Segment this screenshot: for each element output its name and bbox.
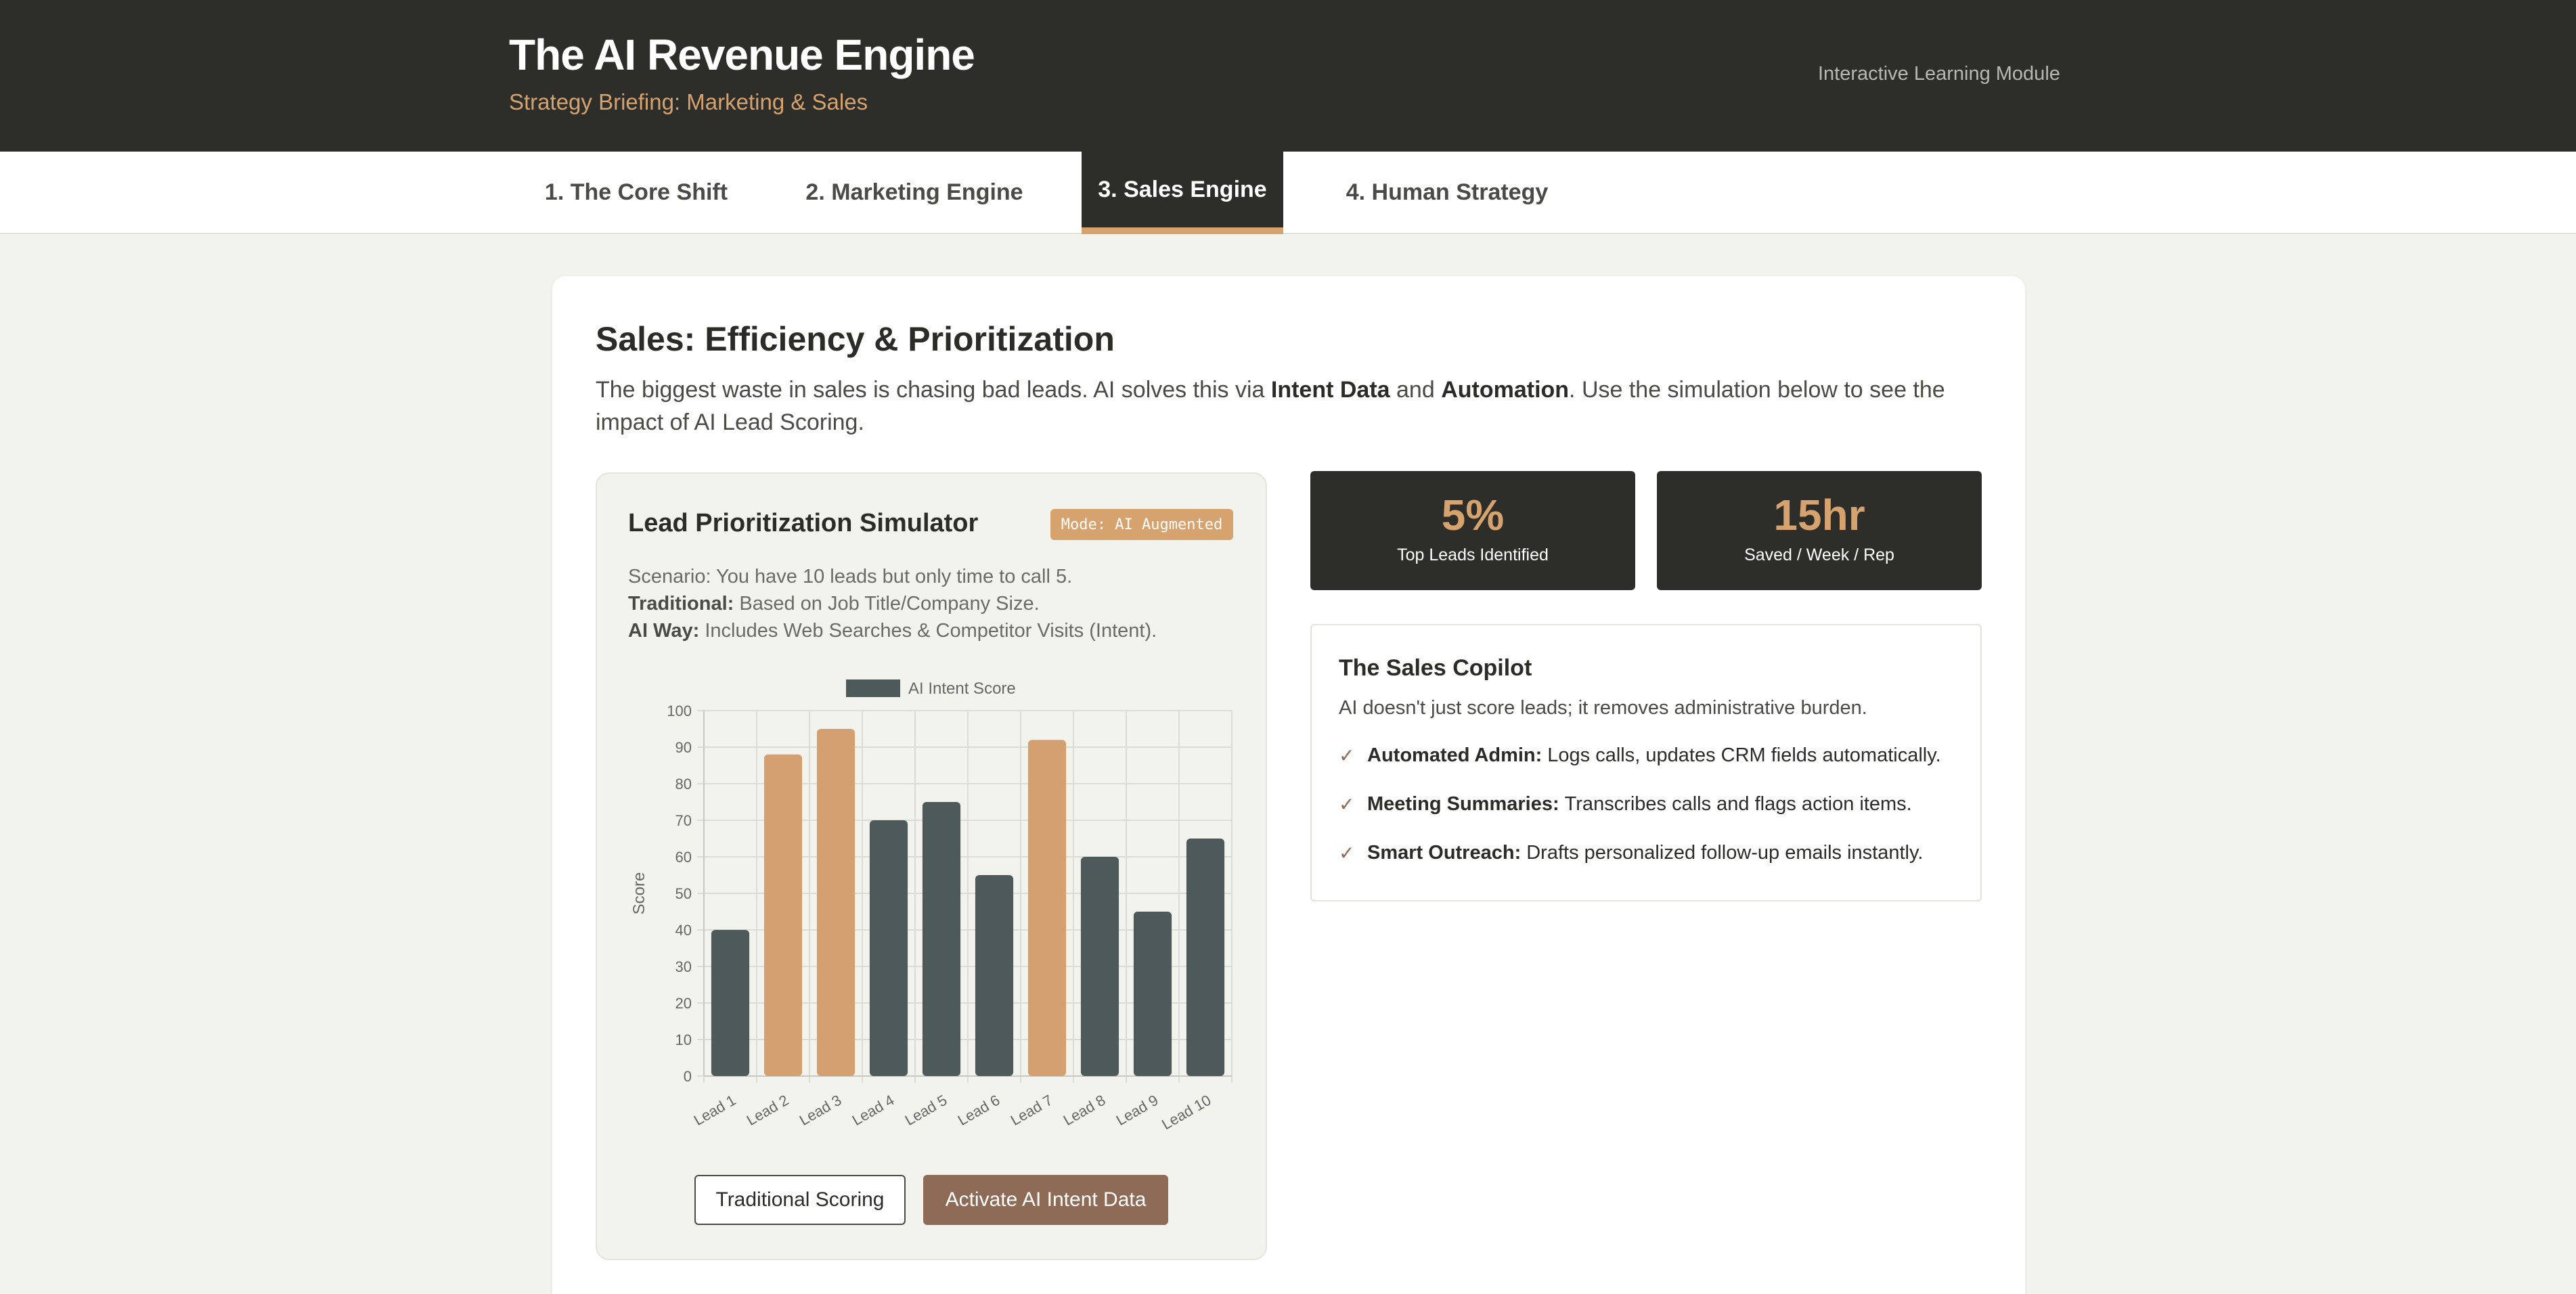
traditional-text: Traditional: Based on Job Title/Company … — [628, 593, 1040, 615]
x-tick-label: Lead 7 — [1008, 1092, 1056, 1129]
copilot-item-admin: ✓ Automated Admin: Logs calls, updates CRM… — [1339, 744, 1941, 766]
mode-badge: Mode: AI Augmented — [1050, 509, 1233, 540]
y-tick-label: 30 — [675, 958, 692, 975]
y-tick-label: 10 — [675, 1031, 692, 1048]
tab-bar: 1. The Core Shift 2. Marketing Engine 3.… — [0, 152, 2576, 234]
bar-9 — [1133, 912, 1172, 1076]
copilot-description: AI doesn't just score leads; it removes … — [1339, 697, 1867, 719]
legend-label: AI Intent Score — [908, 679, 1016, 698]
bar-2 — [763, 754, 803, 1076]
ai-way-text: AI Way: Includes Web Searches & Competit… — [628, 620, 1157, 642]
intent-score-chart: 0 10 20 30 40 50 60 70 80 90 100 Lead 1 Lead 2 Lead 3… — [630, 679, 1233, 1133]
y-tick-label: 100 — [667, 702, 692, 719]
bar-6 — [975, 875, 1014, 1076]
stat-label: Saved / Week / Rep — [1744, 545, 1894, 564]
y-tick-label: 70 — [675, 812, 692, 829]
y-axis-label: Score — [630, 872, 648, 915]
copilot-title: The Sales Copilot — [1339, 655, 1532, 681]
app-subtitle: Strategy Briefing: Marketing & Sales — [509, 89, 868, 114]
x-tick-label: Lead 1 — [691, 1092, 739, 1129]
section-title: Sales: Efficiency & Prioritization — [596, 320, 1115, 358]
x-tick-label: Lead 8 — [1061, 1092, 1109, 1129]
activate-ai-intent-button[interactable]: Activate AI Intent Data — [923, 1175, 1168, 1225]
simulator-title: Lead Prioritization Simulator — [628, 509, 979, 537]
tab-human-strategy[interactable]: 4. Human Strategy — [1331, 152, 1563, 233]
check-icon: ✓ — [1339, 843, 1355, 864]
bar-5 — [922, 802, 961, 1076]
copilot-item-meetings: ✓ Meeting Summaries: Transcribes calls and… — [1339, 793, 1912, 815]
y-tick-label: 0 — [684, 1068, 692, 1085]
x-tick-label: Lead 5 — [902, 1092, 950, 1129]
app-header: The AI Revenue Engine Strategy Briefing:… — [0, 0, 2576, 152]
tab-marketing-engine[interactable]: 2. Marketing Engine — [789, 152, 1040, 233]
check-icon: ✓ — [1339, 745, 1355, 766]
tab-sales-engine[interactable]: 3. Sales Engine — [1082, 152, 1283, 234]
x-tick-label: Lead 6 — [955, 1092, 1003, 1129]
y-tick-label: 90 — [675, 739, 692, 756]
y-tick-label: 80 — [675, 776, 692, 793]
x-tick-label: Lead 10 — [1159, 1092, 1214, 1133]
traditional-scoring-button[interactable]: Traditional Scoring — [694, 1175, 906, 1225]
bar-4 — [869, 820, 908, 1076]
module-label: Interactive Learning Module — [1818, 63, 2060, 85]
stat-top-leads: 5% Top Leads Identified — [1310, 471, 1635, 590]
legend-swatch — [846, 679, 900, 697]
section-description: The biggest waste in sales is chasing ba… — [596, 377, 1945, 435]
stat-time-saved: 15hr Saved / Week / Rep — [1657, 471, 1982, 590]
app-title: The AI Revenue Engine — [509, 30, 975, 79]
y-tick-label: 20 — [675, 995, 692, 1012]
scenario-text: Scenario: You have 10 leads but only tim… — [628, 566, 1073, 587]
bar-3 — [816, 729, 856, 1076]
x-tick-label: Lead 3 — [797, 1092, 845, 1129]
bar-1 — [711, 930, 750, 1076]
copilot-item-outreach: ✓ Smart Outreach: Drafts personalized foll… — [1339, 842, 1924, 864]
x-tick-label: Lead 4 — [849, 1092, 897, 1129]
y-tick-label: 40 — [675, 922, 692, 939]
check-icon: ✓ — [1339, 794, 1355, 815]
x-tick-label: Lead 9 — [1113, 1092, 1161, 1129]
stat-value: 5% — [1441, 491, 1505, 539]
bar-10 — [1186, 839, 1225, 1076]
y-tick-label: 60 — [675, 849, 692, 866]
tab-core-shift[interactable]: 1. The Core Shift — [536, 152, 736, 233]
bar-7 — [1027, 740, 1067, 1076]
bar-8 — [1080, 857, 1119, 1076]
x-tick-label: Lead 2 — [744, 1092, 792, 1129]
stat-value: 15hr — [1773, 491, 1865, 539]
stat-label: Top Leads Identified — [1397, 545, 1549, 564]
y-tick-label: 50 — [675, 885, 692, 902]
